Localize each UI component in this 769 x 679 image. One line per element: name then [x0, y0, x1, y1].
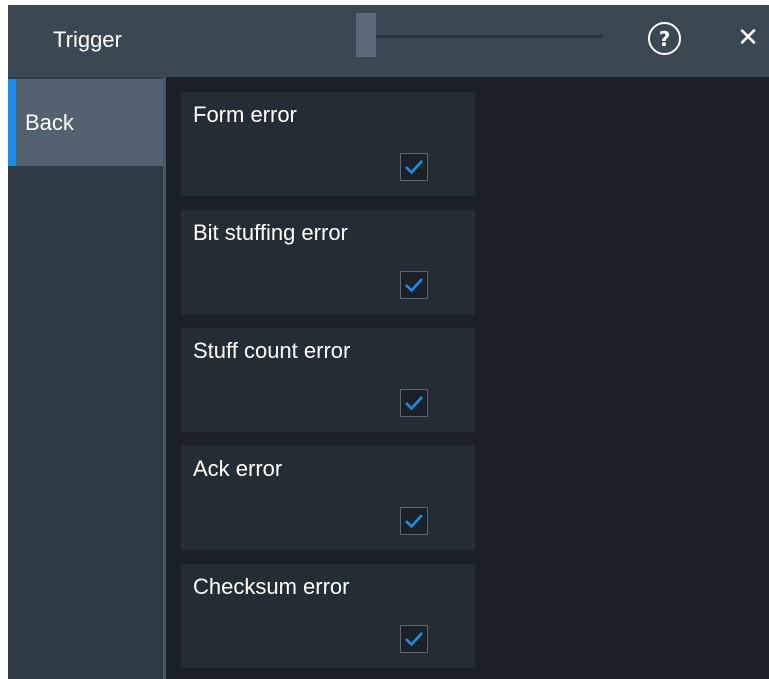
stuff-count-error-checkbox[interactable]	[400, 389, 428, 417]
option-label: Form error	[193, 102, 297, 127]
option-label: Bit stuffing error	[193, 220, 348, 245]
help-icon[interactable]: ?	[648, 22, 681, 55]
option-ack-error: Ack error	[181, 446, 475, 550]
option-stuff-count-error: Stuff count error	[181, 328, 475, 432]
position-slider-thumb[interactable]	[356, 13, 376, 57]
form-error-checkbox[interactable]	[400, 153, 428, 181]
ack-error-checkbox[interactable]	[400, 507, 428, 535]
dialog-title: Trigger	[53, 27, 122, 52]
close-icon[interactable]: ✕	[733, 21, 763, 55]
option-label: Ack error	[193, 456, 283, 481]
position-slider-track[interactable]	[376, 35, 603, 38]
checkmark-icon	[405, 278, 423, 293]
checkmark-icon	[405, 632, 423, 647]
back-button[interactable]: Back	[8, 79, 163, 166]
selected-indicator	[8, 79, 16, 166]
checkmark-icon	[405, 160, 423, 175]
option-bit-stuffing-error: Bit stuffing error	[181, 210, 475, 314]
trigger-dialog: Trigger ? ✕ Back Form error Bit stuffing…	[8, 5, 769, 679]
title-bar: Trigger ? ✕	[8, 5, 769, 77]
option-label: Stuff count error	[193, 338, 351, 363]
checkmark-icon	[405, 514, 423, 529]
back-label: Back	[25, 110, 74, 135]
option-form-error: Form error	[181, 92, 475, 196]
option-label: Checksum error	[193, 574, 350, 599]
sidebar: Back	[8, 77, 163, 679]
option-checksum-error: Checksum error	[181, 564, 475, 668]
checkmark-icon	[405, 396, 423, 411]
checksum-error-checkbox[interactable]	[400, 625, 428, 653]
bit-stuffing-error-checkbox[interactable]	[400, 271, 428, 299]
sidebar-divider	[163, 77, 166, 679]
